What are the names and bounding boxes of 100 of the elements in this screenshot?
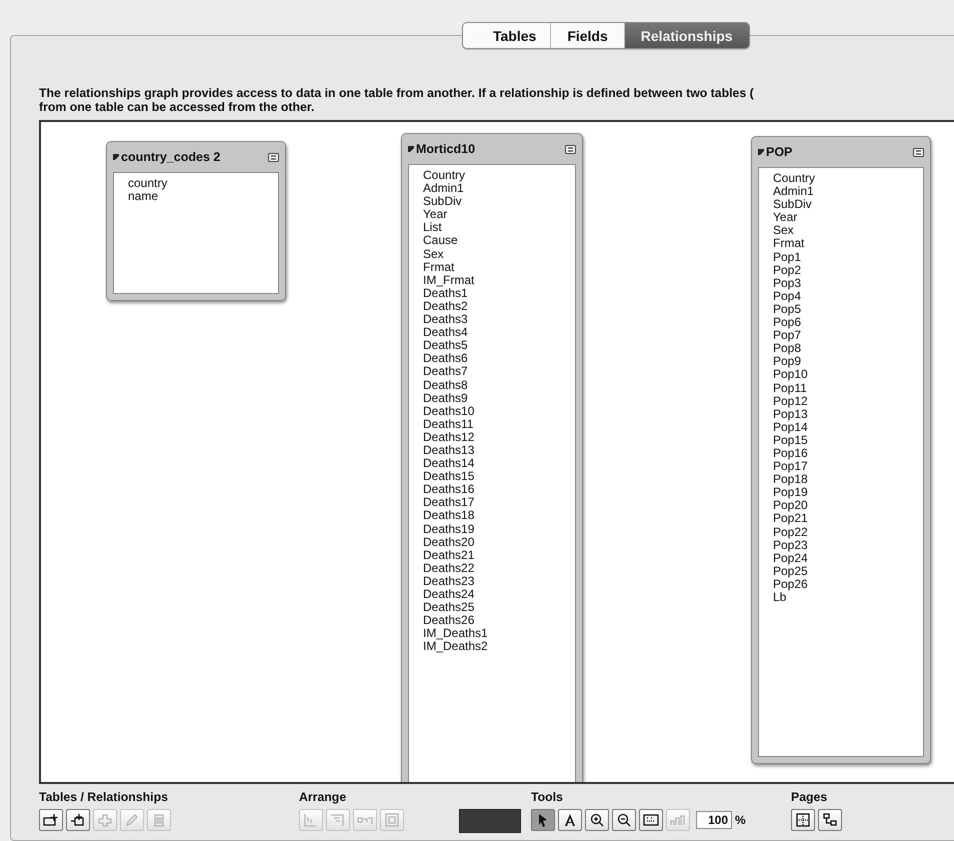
field-name[interactable]: SubDiv bbox=[423, 195, 575, 208]
collapse-icon[interactable] bbox=[913, 148, 924, 156]
field-name[interactable]: Deaths3 bbox=[423, 313, 575, 326]
table-name: POP bbox=[766, 145, 794, 159]
field-name[interactable]: Pop13 bbox=[773, 408, 923, 421]
field-name[interactable]: Lb bbox=[773, 591, 923, 604]
field-name[interactable]: Deaths9 bbox=[423, 392, 575, 405]
field-name[interactable]: Country bbox=[423, 169, 575, 182]
description-text: from one table can be accessed from the other. bbox=[39, 100, 316, 114]
field-name[interactable]: Deaths8 bbox=[423, 378, 575, 392]
field-name[interactable]: Pop22 bbox=[773, 526, 923, 539]
field-name[interactable]: Deaths1 bbox=[423, 286, 575, 300]
field-name[interactable]: Deaths16 bbox=[423, 483, 575, 496]
field-name[interactable]: Deaths2 bbox=[423, 300, 575, 314]
field-name[interactable]: Deaths22 bbox=[423, 562, 575, 575]
tool-button[interactable] bbox=[818, 809, 842, 831]
pointer-icon bbox=[537, 813, 549, 827]
field-name[interactable]: Deaths4 bbox=[423, 326, 575, 340]
field-name[interactable]: Pop9 bbox=[773, 355, 923, 368]
field-name[interactable]: Pop21 bbox=[773, 512, 923, 526]
field-name[interactable]: Deaths26 bbox=[423, 614, 575, 628]
field-name[interactable]: Pop4 bbox=[773, 290, 923, 303]
tool-button[interactable] bbox=[66, 809, 90, 831]
tool-button[interactable] bbox=[585, 809, 609, 831]
field-name[interactable]: Cause bbox=[423, 234, 575, 248]
field-name[interactable]: Deaths14 bbox=[423, 457, 575, 470]
tool-button[interactable] bbox=[612, 809, 636, 831]
table-name: Morticd10 bbox=[416, 142, 476, 156]
collapse-icon[interactable] bbox=[268, 152, 279, 162]
field-name[interactable]: Pop6 bbox=[773, 316, 923, 330]
field-name[interactable]: Deaths21 bbox=[423, 548, 575, 562]
field-name[interactable]: Deaths12 bbox=[423, 430, 575, 444]
field-name[interactable]: Frmat bbox=[773, 237, 923, 251]
field-name[interactable]: IM_Deaths1 bbox=[423, 627, 575, 640]
field-name[interactable]: Deaths15 bbox=[423, 470, 575, 484]
field-name[interactable]: IM_Frmat bbox=[423, 274, 575, 287]
field-name[interactable]: Pop17 bbox=[773, 460, 923, 474]
table-occurrence[interactable]: country_codes 2 country name bbox=[106, 141, 286, 301]
field-name[interactable]: Deaths18 bbox=[423, 509, 575, 523]
field-name[interactable]: Pop18 bbox=[773, 473, 923, 486]
tool-button[interactable] bbox=[791, 809, 815, 831]
field-name[interactable]: Admin1 bbox=[773, 185, 923, 198]
group-title: Tools bbox=[531, 790, 564, 805]
field-name[interactable]: Deaths10 bbox=[423, 404, 575, 418]
field-name[interactable]: Deaths19 bbox=[423, 522, 575, 536]
color-swatch[interactable] bbox=[459, 809, 521, 833]
collapse-icon[interactable] bbox=[565, 144, 576, 154]
pencil-icon bbox=[124, 813, 140, 827]
zoom-out-icon bbox=[616, 813, 632, 827]
field-name[interactable]: Pop11 bbox=[773, 382, 923, 395]
field-name[interactable]: Pop2 bbox=[773, 264, 923, 277]
field-name[interactable]: Pop12 bbox=[773, 394, 923, 408]
field-name[interactable]: Pop5 bbox=[773, 302, 923, 316]
zoom-in-icon bbox=[589, 813, 605, 827]
field-name[interactable]: Pop15 bbox=[773, 434, 923, 447]
field-name[interactable]: Deaths23 bbox=[423, 574, 575, 588]
field-name[interactable]: SubDiv bbox=[773, 198, 923, 212]
field-name[interactable]: Deaths5 bbox=[423, 339, 575, 352]
field-name[interactable]: Pop8 bbox=[773, 342, 923, 356]
tool-button[interactable] bbox=[531, 809, 555, 831]
tool-button[interactable] bbox=[558, 809, 582, 831]
field-name[interactable]: Frmat bbox=[423, 260, 575, 274]
field-name[interactable]: Pop16 bbox=[773, 446, 923, 460]
field-name[interactable]: Deaths20 bbox=[423, 536, 575, 549]
tool-button[interactable] bbox=[639, 809, 663, 831]
field-name[interactable]: Pop1 bbox=[773, 250, 923, 264]
tab[interactable]: Tables bbox=[463, 23, 550, 48]
field-name[interactable]: Year bbox=[773, 211, 923, 224]
field-name[interactable]: Pop7 bbox=[773, 329, 923, 342]
field-name[interactable]: Deaths13 bbox=[423, 444, 575, 458]
field-name[interactable]: Pop23 bbox=[773, 538, 923, 552]
zoom-field[interactable]: 100 bbox=[696, 811, 732, 829]
field-name[interactable]: Deaths24 bbox=[423, 588, 575, 602]
field-name[interactable]: Deaths25 bbox=[423, 601, 575, 614]
field-name[interactable]: Pop3 bbox=[773, 276, 923, 290]
tab[interactable]: Relationships bbox=[624, 23, 749, 48]
field-name[interactable]: name bbox=[128, 190, 278, 204]
field-name[interactable]: Pop25 bbox=[773, 564, 923, 578]
field-name[interactable]: List bbox=[423, 221, 575, 234]
field-name[interactable]: Sex bbox=[423, 248, 575, 261]
table-occurrence[interactable]: POP Country Admin1 SubDiv Year Sex Frmat Pop1 Pop2 Pop3 Pop4 Pop5 Pop6 Pop7 Pop8 Pop9 Pop10 Pop11 Pop12 Pop13 Pop14 Pop15 Pop16 Pop17 Pop18 Pop19 Pop20 Pop21 Pop22 Pop23 Pop24 Pop25 Pop26 Lb bbox=[751, 136, 931, 764]
text-tool-icon bbox=[563, 813, 577, 827]
field-name[interactable]: IM_Deaths2 bbox=[423, 640, 575, 654]
field-name[interactable]: Pop20 bbox=[773, 499, 923, 512]
field-name[interactable]: Deaths11 bbox=[423, 418, 575, 431]
page-tree-icon bbox=[822, 813, 838, 827]
field-name[interactable]: Year bbox=[423, 208, 575, 222]
field-name[interactable]: Pop10 bbox=[773, 368, 923, 382]
field-name[interactable]: Deaths17 bbox=[423, 496, 575, 510]
field-name[interactable]: Country bbox=[773, 172, 923, 186]
field-name[interactable]: Admin1 bbox=[423, 182, 575, 196]
field-name[interactable]: Pop14 bbox=[773, 420, 923, 434]
field-name[interactable]: Sex bbox=[773, 224, 923, 238]
field-name[interactable]: Pop24 bbox=[773, 552, 923, 565]
field-name[interactable]: Pop19 bbox=[773, 486, 923, 500]
field-name[interactable]: Deaths6 bbox=[423, 352, 575, 366]
tool-button[interactable] bbox=[39, 809, 63, 831]
field-name[interactable]: Deaths7 bbox=[423, 365, 575, 378]
field-name[interactable]: country bbox=[128, 177, 278, 190]
field-name[interactable]: Pop26 bbox=[773, 578, 923, 591]
